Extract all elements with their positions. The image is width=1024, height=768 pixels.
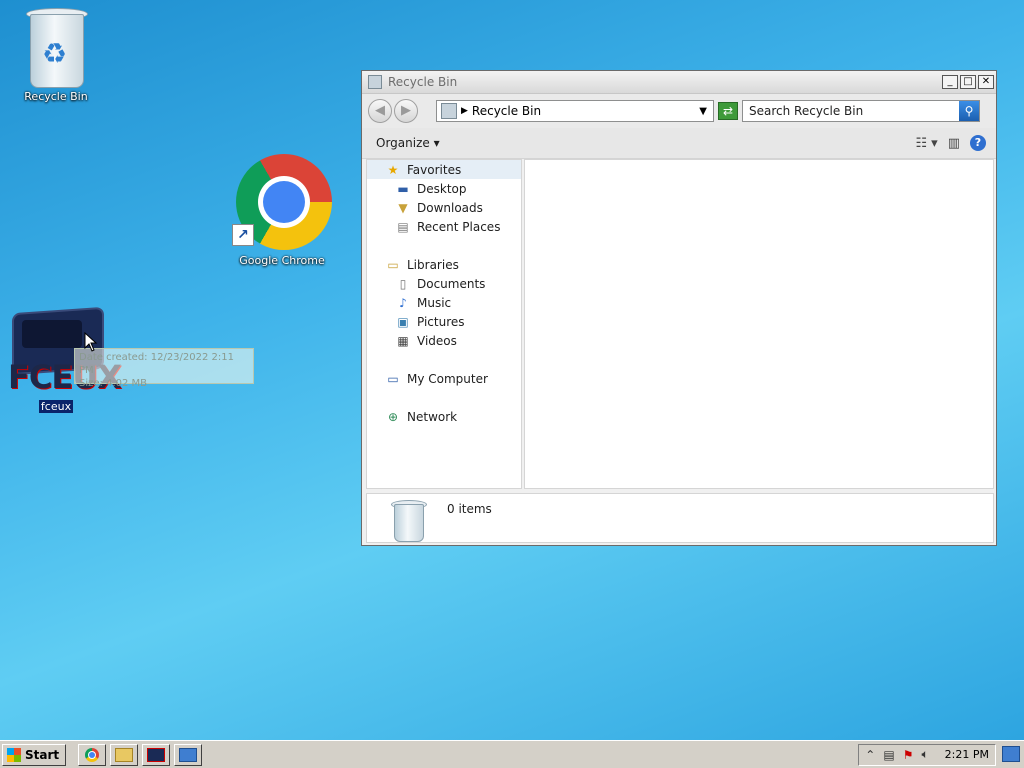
nav-label: Libraries (407, 257, 459, 272)
nav-label: Recent Places (417, 219, 501, 234)
computer-icon: ▭ (387, 371, 399, 386)
item-count: 0 items (447, 502, 492, 516)
pictures-icon: ▣ (397, 314, 409, 329)
back-button[interactable]: ◀ (368, 99, 392, 123)
start-button[interactable]: Start (2, 743, 67, 766)
nav-label: Pictures (417, 314, 465, 329)
close-button[interactable]: ✕ (978, 75, 994, 89)
window-title: Recycle Bin (388, 75, 458, 89)
nav-favorites[interactable]: ★ Favorites (367, 160, 521, 179)
music-icon: ♪ (399, 295, 407, 310)
preview-pane-icon[interactable]: ▥ (948, 136, 960, 151)
shortcut-arrow-icon: ↗ (232, 224, 254, 246)
nav-label: Favorites (407, 162, 462, 177)
taskbar-network-button[interactable] (174, 743, 203, 766)
view-dropdown-icon[interactable]: ▾ (931, 136, 938, 151)
nav-documents[interactable]: ▯ Documents (367, 274, 521, 293)
taskbar-explorer-button[interactable] (110, 743, 139, 766)
nav-downloads[interactable]: ▼ Downloads (367, 198, 521, 217)
minimize-button[interactable]: _ (942, 75, 958, 89)
desktop-icon-label: Google Chrome (239, 254, 325, 267)
tooltip-date-created: Date created: 12/23/2022 2:11 PM (79, 352, 234, 376)
desktop-icon-google-chrome[interactable]: ↗ Google Chrome (232, 152, 332, 267)
search-icon[interactable]: ⚲ (959, 101, 979, 121)
search-box[interactable]: ⚲ (742, 100, 980, 122)
file-info-tooltip: Date created: 12/23/2022 2:11 PM Size: 4… (74, 348, 254, 389)
help-icon[interactable]: ? (970, 135, 986, 151)
recycle-bin-icon (391, 498, 427, 542)
downloads-folder-icon: ▼ (398, 200, 408, 215)
recycle-bin-small-icon (368, 75, 382, 89)
network-window-icon (179, 747, 198, 762)
command-bar: Organize ▾ ☷ ▾ ▥ ? (362, 128, 996, 159)
taskbar-fceux-button[interactable] (142, 743, 171, 766)
nav-network[interactable]: ⊕ Network (367, 407, 521, 426)
chrome-icon (85, 747, 100, 762)
forward-button[interactable]: ▶ (394, 99, 418, 123)
breadcrumb-chevron-icon[interactable]: ▶ (461, 106, 468, 116)
recent-places-icon: ▤ (397, 219, 409, 234)
documents-icon: ▯ (399, 276, 407, 291)
nav-my-computer[interactable]: ▭ My Computer (367, 369, 521, 388)
taskbar: Start ⌃ ▤ ⚑ 🔈︎ 2:21 PM (0, 740, 1024, 768)
nav-music[interactable]: ♪ Music (367, 293, 521, 312)
nav-label: Videos (417, 333, 457, 348)
fceux-icon (147, 747, 166, 762)
folder-icon (115, 747, 134, 762)
refresh-button[interactable]: ⇄ (718, 102, 738, 120)
windows-logo-icon (7, 747, 21, 762)
nav-label: My Computer (407, 371, 488, 386)
recycle-bin-icon: ♻ (24, 6, 88, 88)
address-text: Recycle Bin (471, 104, 542, 118)
address-bar[interactable]: ▶ Recycle Bin ▼ (436, 100, 714, 122)
chrome-icon: ↗ (232, 152, 332, 252)
nav-libraries[interactable]: ▭ Libraries (367, 255, 521, 274)
desktop-icon-label: fceux (38, 400, 74, 413)
desktop-icon-recycle-bin[interactable]: ♻ Recycle Bin (11, 6, 101, 103)
navigation-pane: ★ Favorites ▬ Desktop ▼ Downloads ▤ Rece… (366, 159, 522, 489)
desktop-icon-label: Recycle Bin (24, 90, 88, 103)
tooltip-size: Size: 4.02 MB (79, 378, 148, 389)
star-icon: ★ (387, 162, 399, 177)
start-label: Start (25, 747, 60, 762)
clock[interactable]: 2:21 PM (945, 748, 989, 761)
organize-label: Organize (376, 136, 430, 150)
nav-label: Documents (417, 276, 486, 291)
recycle-bin-window: Recycle Bin _ □ ✕ ◀ ▶ ▶ Recycle Bin ▼ ⇄ … (361, 70, 997, 546)
volume-icon[interactable]: 🔈︎ (921, 747, 928, 762)
details-pane: 0 items (366, 493, 994, 543)
nav-label: Network (407, 409, 458, 424)
libraries-icon: ▭ (387, 257, 399, 272)
network-tray-icon[interactable]: ▤ (883, 748, 894, 762)
maximize-button[interactable]: □ (960, 75, 976, 89)
nav-label: Downloads (417, 200, 483, 215)
view-options-icon[interactable]: ☷ (916, 136, 928, 151)
nav-pictures[interactable]: ▣ Pictures (367, 312, 521, 331)
nav-label: Music (417, 295, 452, 310)
desktop-icon: ▬ (397, 181, 409, 196)
nav-desktop[interactable]: ▬ Desktop (367, 179, 521, 198)
nav-videos[interactable]: ▦ Videos (367, 331, 521, 350)
address-dropdown-icon[interactable]: ▼ (699, 106, 707, 117)
system-tray: ⌃ ▤ ⚑ 🔈︎ 2:21 PM (858, 743, 996, 766)
recycle-bin-small-icon (441, 103, 457, 119)
search-input[interactable] (743, 101, 959, 121)
network-icon: ⊕ (387, 409, 399, 424)
videos-icon: ▦ (397, 333, 409, 348)
file-list-area[interactable] (524, 159, 994, 489)
organize-button[interactable]: Organize ▾ (376, 136, 440, 150)
show-desktop-icon[interactable] (1002, 746, 1020, 762)
quick-launch (78, 743, 203, 766)
address-row: ◀ ▶ ▶ Recycle Bin ▼ ⇄ ⚲ (362, 94, 996, 128)
nav-label: Desktop (417, 181, 467, 196)
action-center-icon[interactable]: ⚑ (903, 748, 914, 762)
title-bar[interactable]: Recycle Bin _ □ ✕ (362, 71, 996, 94)
nav-recent-places[interactable]: ▤ Recent Places (367, 217, 521, 236)
taskbar-chrome-button[interactable] (78, 743, 107, 766)
panes: ★ Favorites ▬ Desktop ▼ Downloads ▤ Rece… (366, 159, 994, 489)
show-hidden-icons-chevron-icon[interactable]: ⌃ (865, 748, 875, 762)
